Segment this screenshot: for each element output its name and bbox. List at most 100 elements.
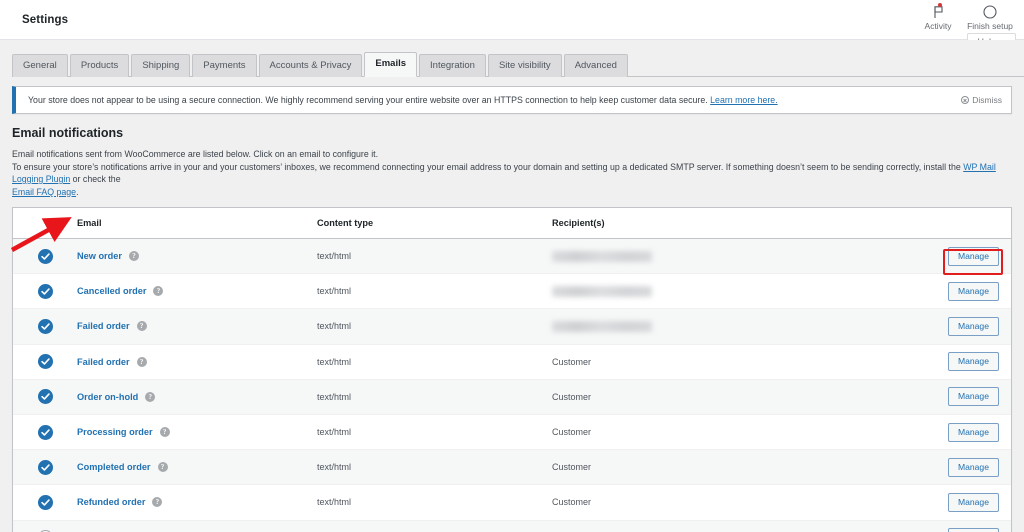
status-cell [13,389,77,405]
email-faq-page-link[interactable]: Email FAQ page [12,187,76,197]
notification-dot [937,3,942,7]
description-line-1: Email notifications sent from WooCommerc… [12,149,379,159]
status-enabled-icon[interactable] [37,318,53,334]
manage-button[interactable]: Manage [947,246,999,266]
table-row[interactable]: Processing order? text/html Customer Manage [13,415,1011,451]
recipients-cell: Customer [552,356,592,367]
manage-button[interactable]: Manage [947,422,999,442]
tab-products[interactable]: Products [69,54,130,77]
table-row[interactable]: Failed order? text/html Manage [13,309,1011,345]
flag-icon [932,3,945,20]
manage-button[interactable]: Manage [947,457,999,477]
redacted-recipient [552,320,652,332]
action-cell: Manage [926,246,1011,275]
recipients-cell [552,285,926,297]
email-name-link[interactable]: Processing order [77,427,153,437]
action-cell: Manage [926,457,1011,477]
content-type-cell: text/html [317,391,352,402]
content-type-cell: text/html [317,286,352,297]
tab-shipping[interactable]: Shipping [131,54,191,77]
recipients-cell: Customer [552,497,592,508]
email-name-link[interactable]: Cancelled order [77,286,146,296]
tab-integration[interactable]: Integration [419,54,486,77]
recipients-cell: Customer [552,391,592,402]
status-enabled-icon[interactable] [37,459,53,475]
email-name-link[interactable]: Refunded order [77,497,145,507]
tab-advanced[interactable]: Advanced [563,54,628,77]
help-tooltip-icon[interactable]: ? [136,356,147,367]
header-content-type: Content type [317,218,374,228]
recipients-cell: Customer [552,462,592,473]
tab-general[interactable]: General [12,54,68,77]
finish-setup-button[interactable]: Finish setup [964,0,1016,31]
tab-accounts-privacy[interactable]: Accounts & Privacy [258,54,363,77]
action-cell: Manage [926,422,1011,442]
email-name-link[interactable]: New order [77,251,122,261]
header-email: Email [77,218,102,228]
settings-tabs: General Products Shipping Payments Accou… [12,52,1024,77]
help-tooltip-icon[interactable]: ? [159,427,170,438]
status-cell [13,248,77,264]
action-cell: Manage [926,281,1011,301]
table-row[interactable]: Failed order? text/html Customer Manage [13,345,1011,380]
status-enabled-icon[interactable] [37,389,53,405]
manage-button[interactable]: Manage [947,281,999,301]
recipients-cell [552,250,926,262]
email-notifications-table: Email Content type Recipient(s) New orde… [12,207,1012,532]
table-row[interactable]: Refunded order? text/html Customer Manage [13,485,1011,521]
status-cell [13,354,77,370]
table-row[interactable]: New order? text/html Manage [13,239,1011,275]
recipients-cell: Customer [552,427,592,438]
tab-emails[interactable]: Emails [364,52,418,77]
close-icon [961,96,970,104]
tab-payments[interactable]: Payments [192,54,257,77]
help-tooltip-icon[interactable]: ? [157,462,168,473]
section-title: Email notifications [12,126,124,140]
manage-button[interactable]: Manage [947,316,999,336]
table-row[interactable]: Order on-hold? text/html Customer Manage [13,379,1011,415]
email-name-link[interactable]: Failed order [77,321,130,331]
help-tooltip-icon[interactable]: ? [153,286,164,297]
help-tooltip-icon[interactable]: ? [145,391,156,402]
email-cell: Cancelled order? [77,286,317,297]
table-row[interactable]: Cancelled order? text/html Manage [13,274,1011,310]
notice-text: Your store does not appear to be using a… [28,94,778,106]
content-type-cell: text/html [317,251,352,262]
email-name-link[interactable]: Failed order [77,357,130,367]
action-cell: Manage [926,387,1011,407]
tab-site-visibility[interactable]: Site visibility [487,54,562,77]
email-name-link[interactable]: Completed order [77,462,151,472]
redacted-recipient [552,250,652,262]
help-tooltip-icon[interactable]: ? [136,321,147,332]
table-row[interactable]: Completed order? text/html Customer Manage [13,450,1011,486]
dismiss-button[interactable]: Dismiss [961,95,1002,105]
redacted-recipient [552,285,652,297]
manage-button[interactable]: Manage [947,352,999,372]
activity-label: Activity [924,21,952,31]
status-enabled-icon[interactable] [37,354,53,370]
status-enabled-icon[interactable] [37,248,53,264]
status-enabled-icon[interactable] [37,424,53,440]
action-cell: Manage [926,528,1011,532]
status-cell [13,424,77,440]
email-name-link[interactable]: Order on-hold [77,392,138,402]
action-cell: Manage [926,492,1011,512]
manage-button[interactable]: Manage [947,492,999,512]
help-tooltip-icon[interactable]: ? [152,497,163,508]
content-type-cell: text/html [317,462,352,473]
description-line-2: To ensure your store’s notifications arr… [12,161,964,172]
manage-button[interactable]: Manage [947,387,999,407]
status-enabled-icon[interactable] [37,494,53,510]
activity-button[interactable]: Activity [912,0,964,31]
help-tooltip-icon[interactable]: ? [128,251,139,262]
table-row[interactable]: Order details?text/htmlCustomerManage [13,520,1011,532]
table-header-row: Email Content type Recipient(s) [13,208,1011,239]
email-cell: Failed order? [77,356,317,367]
section-description: Email notifications sent from WooCommerc… [12,148,1012,198]
finish-setup-label: Finish setup [967,21,1013,31]
status-enabled-icon[interactable] [37,283,53,299]
manage-button[interactable]: Manage [947,528,999,532]
learn-more-link[interactable]: Learn more here. [710,95,777,105]
recipients-cell [552,320,926,332]
dismiss-label: Dismiss [972,95,1002,105]
